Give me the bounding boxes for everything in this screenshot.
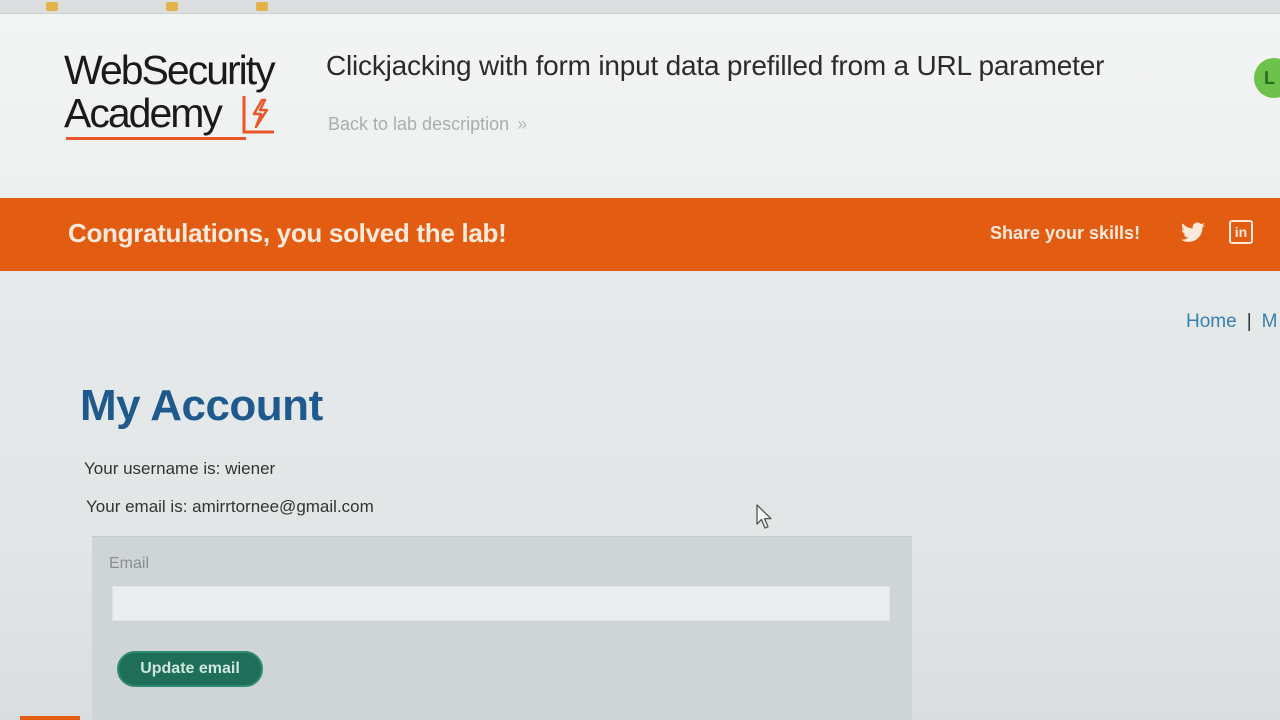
bookmark-folder-icon[interactable]	[166, 2, 178, 11]
logo-underline	[66, 137, 246, 140]
page-title: My Account	[80, 381, 323, 430]
lab-status-badge: L	[1254, 58, 1280, 98]
lightning-bolt-icon	[242, 96, 274, 134]
back-link-label: Back to lab description	[328, 114, 510, 134]
lab-title: Clickjacking with form input data prefil…	[326, 50, 1105, 81]
bookmark-folder-icon[interactable]	[256, 2, 268, 11]
nav-separator: |	[1246, 311, 1252, 332]
main-content: Home | M My Account Your username is: wien…	[0, 271, 1280, 720]
change-email-form: Email Update email	[92, 536, 912, 720]
bookmarks-bar	[0, 0, 1280, 14]
nav-my-account-link[interactable]: M	[1262, 311, 1278, 332]
lab-header: WebSecurity Academy Clickjacking with fo…	[0, 14, 1280, 198]
username-info: Your username is: wiener	[84, 459, 276, 478]
logo-text-line2: Academy	[64, 90, 223, 136]
congratulations-message: Congratulations, you solved the lab!	[68, 218, 507, 248]
twitter-icon[interactable]	[1180, 221, 1206, 245]
web-security-academy-logo[interactable]: WebSecurity Academy	[64, 50, 304, 150]
nav-home-link[interactable]: Home	[1186, 311, 1237, 332]
mouse-cursor-icon	[756, 504, 772, 529]
bookmark-folder-icon[interactable]	[46, 2, 58, 11]
solved-banner: Congratulations, you solved the lab! Sha…	[0, 198, 1280, 271]
share-skills-label: Share your skills!	[990, 223, 1141, 243]
top-nav: Home | M	[1186, 311, 1277, 333]
back-to-lab-description-link[interactable]: Back to lab description »	[328, 114, 527, 135]
email-info: Your email is: amirrtornee@gmail.com	[86, 497, 374, 516]
update-email-button[interactable]: Update email	[117, 651, 263, 687]
email-field-label: Email	[109, 555, 150, 572]
linkedin-icon[interactable]: in	[1229, 220, 1253, 244]
email-input[interactable]	[112, 586, 890, 621]
logo-text-line1: WebSecurity	[64, 47, 276, 93]
chevron-right-icon: »	[517, 114, 528, 134]
footer-accent	[20, 716, 80, 720]
